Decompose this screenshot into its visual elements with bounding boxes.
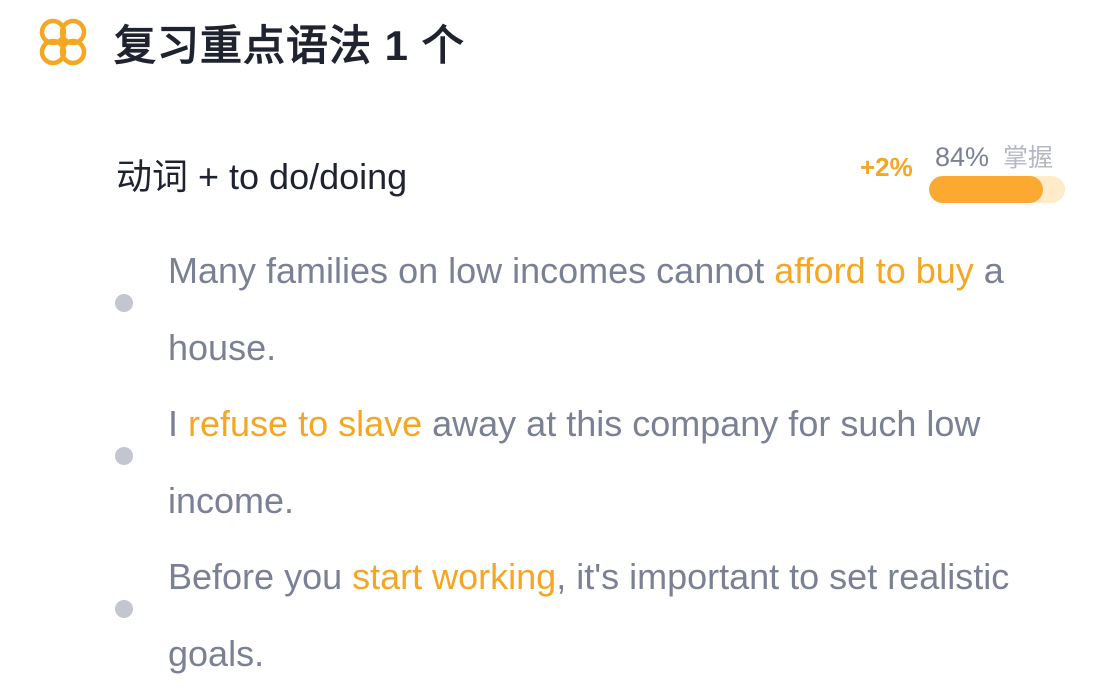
- bullet-dot: [115, 294, 133, 312]
- highlighted-phrase: refuse to slave: [188, 403, 423, 444]
- highlighted-phrase: afford to buy: [774, 250, 974, 291]
- example-sentence: Many families on low incomes cannot affo…: [0, 232, 1100, 385]
- knot-icon: [39, 18, 87, 66]
- sentence-text-before: I: [168, 403, 189, 444]
- sentence-text-before: Many families on low incomes cannot: [168, 250, 775, 291]
- bullet-dot: [115, 600, 133, 618]
- mastery-readout: 84% 掌握: [935, 138, 1053, 174]
- mastery-delta-badge: +2%: [860, 152, 913, 182]
- mastery-progress-fill: [929, 176, 1044, 203]
- example-sentence-text: Before you start working, it's important…: [168, 538, 1068, 692]
- page-title: 复习重点语法 1 个: [114, 21, 465, 69]
- example-sentence: Before you start working, it's important…: [0, 538, 1100, 691]
- section-header: 复习重点语法 1 个: [36, 12, 465, 72]
- highlighted-phrase: start working: [352, 556, 557, 597]
- example-sentence-text: I refuse to slave away at this company f…: [168, 385, 1068, 539]
- example-sentence-list: Many families on low incomes cannot affo…: [0, 232, 1100, 691]
- sentence-text-before: Before you: [168, 556, 353, 597]
- mastery-percent: 84%: [935, 142, 990, 172]
- bullet-dot: [115, 447, 133, 465]
- example-sentence: I refuse to slave away at this company f…: [0, 385, 1100, 538]
- example-sentence-text: Many families on low incomes cannot affo…: [168, 232, 1068, 386]
- grammar-point-name: 动词 + to do/doing: [116, 156, 408, 197]
- mastery-progress-bar: [929, 176, 1065, 203]
- mastery-label: 掌握: [1003, 144, 1054, 172]
